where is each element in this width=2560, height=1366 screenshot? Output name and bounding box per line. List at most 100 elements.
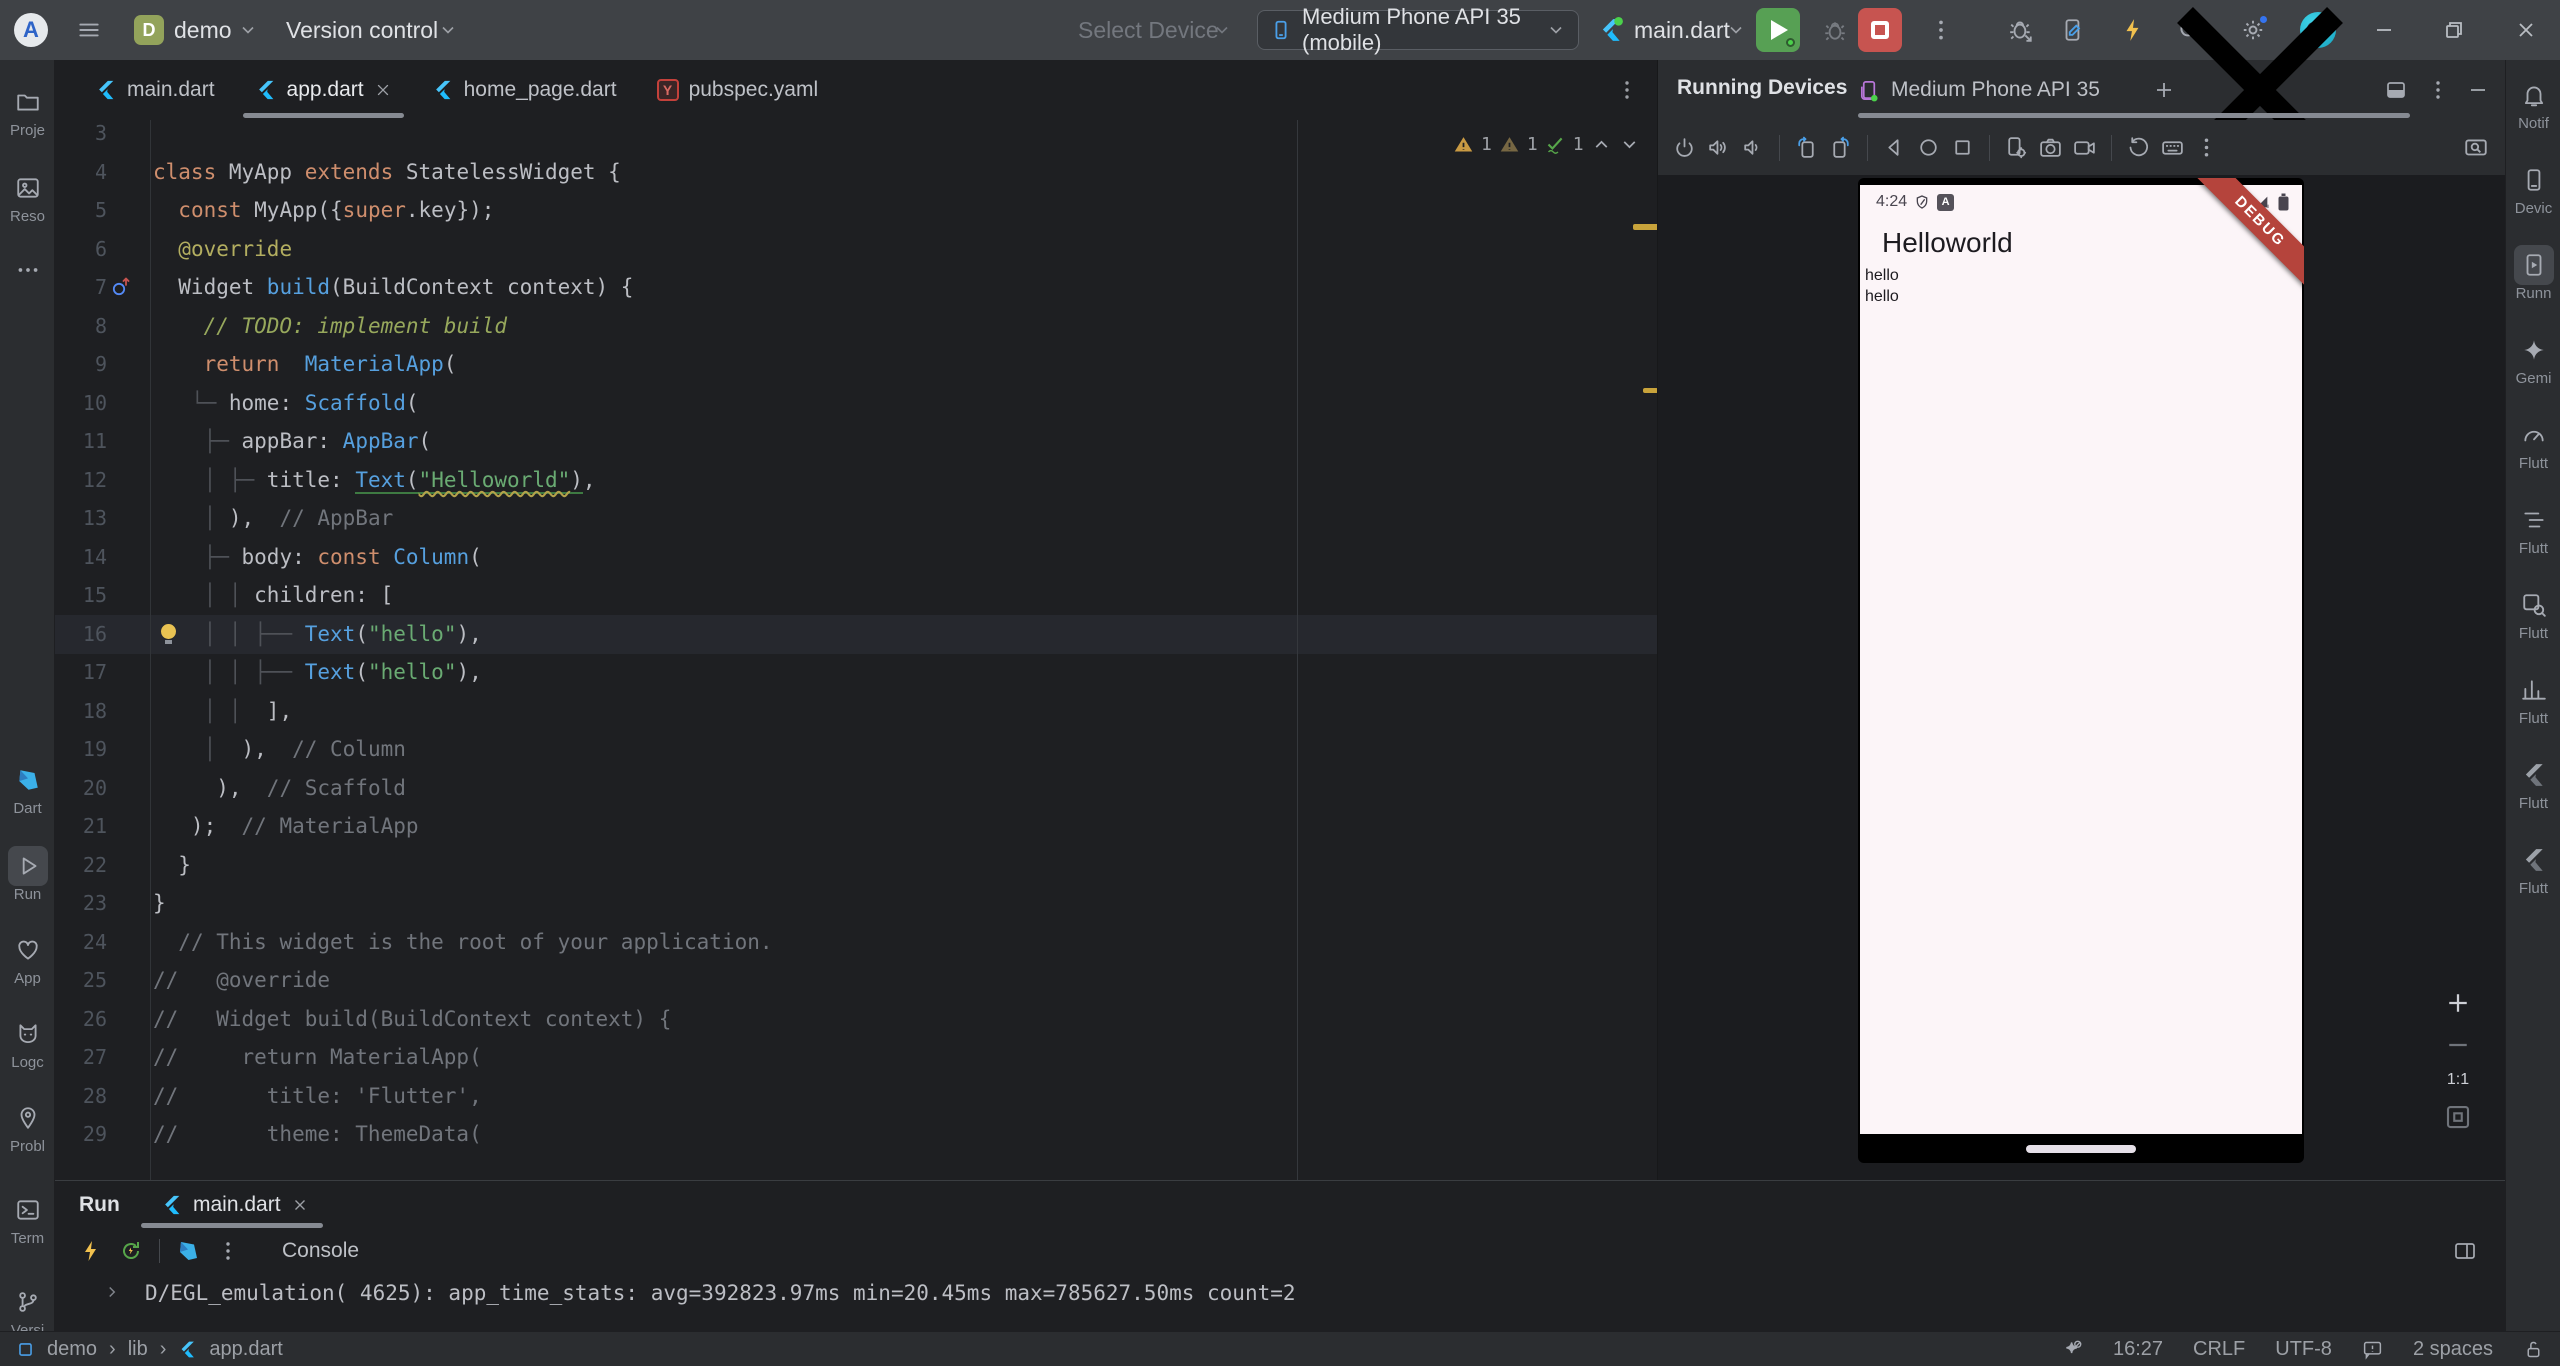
attach-debugger-icon[interactable] <box>2008 17 2034 43</box>
line-number[interactable]: 29 <box>55 1115 107 1154</box>
code-line[interactable]: 17 │ │ ├── Text("hello"), <box>55 653 1657 692</box>
phone-screen[interactable]: 4:24 A 3G Helloworld hello hello <box>1860 185 2302 1134</box>
more-v-icon[interactable] <box>2194 135 2219 160</box>
notifications-icon[interactable] <box>2362 1339 2383 1360</box>
chevron-down-icon[interactable] <box>438 20 458 40</box>
line-number[interactable]: 23 <box>55 884 107 923</box>
crumb-file[interactable]: app.dart <box>209 1338 282 1361</box>
navigation-pill[interactable] <box>2026 1145 2136 1153</box>
line-number[interactable]: 22 <box>55 846 107 885</box>
vol-up-icon[interactable] <box>1706 135 1731 160</box>
code-line[interactable]: 21 ); // MaterialApp <box>55 807 1657 846</box>
line-number[interactable]: 12 <box>55 461 107 500</box>
dart-icon[interactable] <box>176 1239 200 1263</box>
next-problem-icon[interactable] <box>1619 134 1640 155</box>
code-line[interactable]: 25// @override <box>55 961 1657 1000</box>
sidebar-item-flutter-inspector[interactable]: Flutt <box>2506 585 2560 642</box>
line-number[interactable]: 11 <box>55 422 107 461</box>
line-number[interactable]: 17 <box>55 653 107 692</box>
more-options-icon[interactable] <box>216 1239 240 1263</box>
line-number[interactable]: 10 <box>55 384 107 423</box>
sidebar-item-flutter-profiler[interactable]: Flutt <box>2506 670 2560 727</box>
project-avatar[interactable]: D <box>134 15 164 45</box>
line-number[interactable]: 4 <box>55 153 107 192</box>
close-icon[interactable] <box>291 1196 309 1214</box>
code-line[interactable]: 18 │ │ ], <box>55 692 1657 731</box>
stop-button[interactable] <box>1858 8 1902 52</box>
code-line[interactable]: 5 const MyApp({super.key}); <box>55 191 1657 230</box>
power-icon[interactable] <box>1672 135 1697 160</box>
tab-options-icon[interactable] <box>1615 78 1639 102</box>
hide-panel-icon[interactable] <box>2466 78 2490 102</box>
run-file-tab[interactable]: main.dart <box>151 1181 319 1229</box>
code-line[interactable]: 26// Widget build(BuildContext context) … <box>55 1000 1657 1039</box>
keyboard-icon[interactable] <box>2160 135 2185 160</box>
device-tab[interactable]: Medium Phone API 35 <box>1858 60 2410 120</box>
line-number[interactable]: 28 <box>55 1077 107 1116</box>
line-number[interactable]: 15 <box>55 576 107 615</box>
code-line[interactable]: 27// return MaterialApp( <box>55 1038 1657 1077</box>
encoding-widget[interactable]: UTF-8 <box>2275 1338 2332 1361</box>
sidebar-item-problems[interactable]: Probl <box>0 1098 55 1155</box>
line-number[interactable]: 21 <box>55 807 107 846</box>
code-line[interactable]: 13 │ ), // AppBar <box>55 499 1657 538</box>
window-close-icon[interactable] <box>2514 18 2538 42</box>
project-name[interactable]: demo <box>174 0 232 60</box>
sidebar-item-app-quality[interactable]: App <box>0 930 55 987</box>
console-log-line[interactable]: D/EGL_emulation( 4625): app_time_stats: … <box>145 1281 1296 1305</box>
vcs-widget[interactable]: Version control <box>286 0 438 60</box>
rotate-right-icon[interactable] <box>1828 135 1853 160</box>
sidebar-item-notifications[interactable]: Notif <box>2506 75 2560 132</box>
sidebar-item-device-manager[interactable]: Devic <box>2506 160 2560 217</box>
more-actions-icon[interactable] <box>1928 17 1954 43</box>
snapshot-icon[interactable] <box>2126 135 2151 160</box>
sidebar-item-logcat[interactable]: Logc <box>0 1014 55 1071</box>
indent-widget[interactable]: 2 spaces <box>2413 1338 2493 1361</box>
hot-reload-icon[interactable] <box>79 1239 103 1263</box>
line-number[interactable]: 25 <box>55 961 107 1000</box>
chevron-down-icon[interactable] <box>1726 20 1746 40</box>
code-line[interactable]: 4class MyApp extends StatelessWidget { <box>55 153 1657 192</box>
screen-search-icon[interactable] <box>2463 135 2489 161</box>
code-line[interactable]: 8 // TODO: implement build <box>55 307 1657 346</box>
code-line[interactable]: 16 │ │ ├── Text("hello"), <box>55 615 1657 654</box>
sidebar-item-flutter-performance[interactable]: Flutt <box>2506 415 2560 472</box>
split-console-icon[interactable] <box>2453 1239 2477 1263</box>
close-icon[interactable] <box>374 81 392 99</box>
zoom-in-icon[interactable] <box>2443 988 2473 1018</box>
expand-log-icon[interactable] <box>103 1283 121 1301</box>
debug-button[interactable] <box>1822 17 1848 43</box>
line-number[interactable]: 26 <box>55 1000 107 1039</box>
code-line[interactable]: 22 } <box>55 846 1657 885</box>
select-device-dropdown[interactable]: Select Device <box>1078 0 1219 60</box>
layout-icon[interactable] <box>2384 78 2408 102</box>
code-line[interactable]: 7 Widget build(BuildContext context) { <box>55 268 1657 307</box>
sidebar-item-resource-manager[interactable]: Reso <box>0 168 55 225</box>
code-line[interactable]: 9 return MaterialApp( <box>55 345 1657 384</box>
sidebar-item-run[interactable]: Run <box>0 846 55 903</box>
line-number[interactable]: 14 <box>55 538 107 577</box>
line-number[interactable]: 8 <box>55 307 107 346</box>
code-line[interactable]: 24 // This widget is the root of your ap… <box>55 923 1657 962</box>
line-number[interactable]: 13 <box>55 499 107 538</box>
breadcrumb[interactable]: demo › lib › app.dart <box>16 1332 283 1366</box>
code-line[interactable]: 10 └─ home: Scaffold( <box>55 384 1657 423</box>
sidebar-item-project[interactable]: Proje <box>0 82 55 139</box>
sidebar-item-flutter-outline[interactable]: Flutt <box>2506 500 2560 557</box>
scrollbar-warning-mark[interactable] <box>1643 388 1657 393</box>
line-number[interactable]: 24 <box>55 923 107 962</box>
zoom-out-icon[interactable] <box>2443 1030 2473 1060</box>
line-separator-widget[interactable]: CRLF <box>2193 1338 2245 1361</box>
device-mirror-icon[interactable] <box>2060 17 2086 43</box>
line-number[interactable]: 3 <box>55 120 107 153</box>
hot-restart-icon[interactable] <box>119 1239 143 1263</box>
sidebar-item-flutter-tool-1[interactable]: Flutt <box>2506 755 2560 812</box>
vol-down-icon[interactable] <box>1740 135 1765 160</box>
line-number[interactable]: 19 <box>55 730 107 769</box>
add-device-icon[interactable] <box>2152 78 2176 102</box>
line-number[interactable]: 27 <box>55 1038 107 1077</box>
code-line[interactable]: 12 │ ├─ title: Text("Helloworld"), <box>55 461 1657 500</box>
prev-problem-icon[interactable] <box>1591 134 1612 155</box>
line-number[interactable]: 7 <box>55 268 107 307</box>
tab-pubspec.yaml[interactable]: Ypubspec.yaml <box>637 60 839 120</box>
